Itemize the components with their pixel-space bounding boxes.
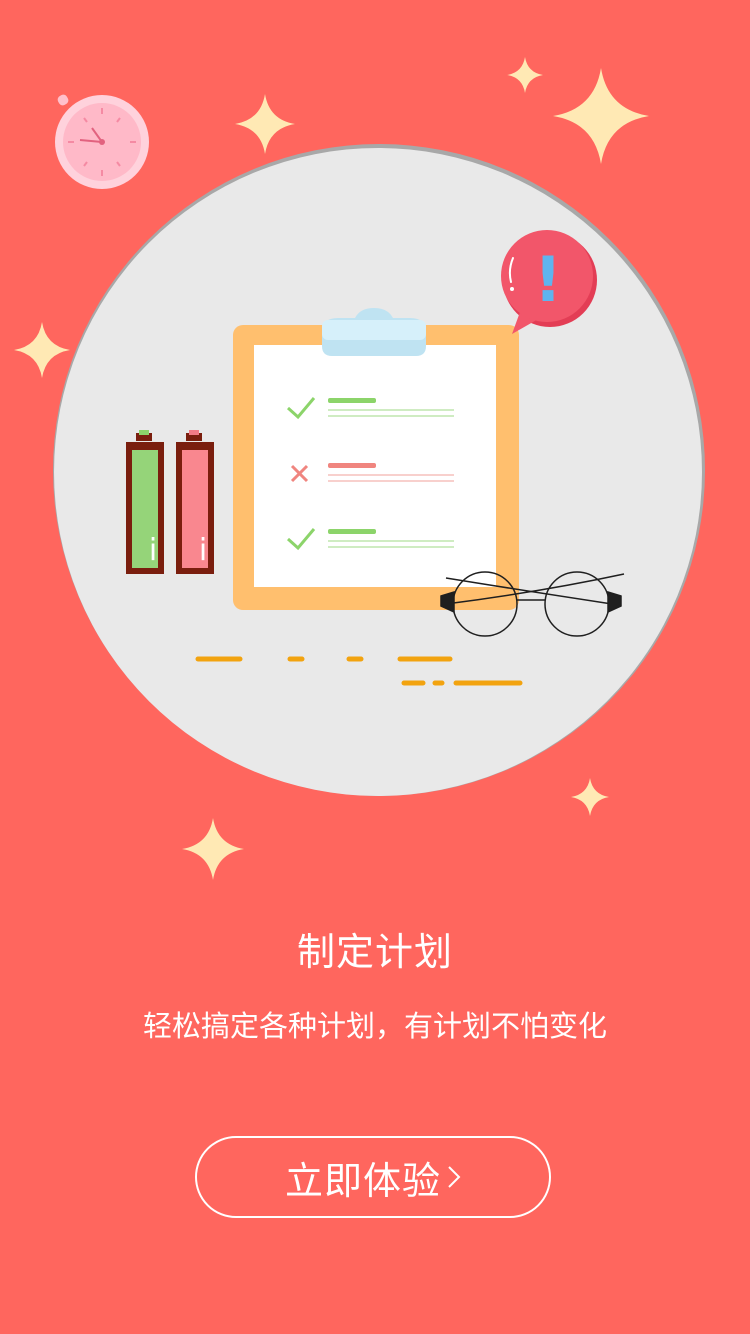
battery-icon: i	[126, 430, 164, 574]
onboarding-illustration: ! i i	[14, 57, 705, 880]
try-now-button[interactable]: 立即体验	[195, 1136, 551, 1218]
page-title: 制定计划	[296, 930, 453, 974]
sparkle-icon	[571, 778, 609, 816]
stopwatch-icon	[55, 94, 149, 189]
battery-marker: i	[149, 533, 157, 568]
chevron-right-icon	[447, 1164, 461, 1190]
sparkle-icon	[235, 94, 295, 154]
battery-marker: i	[199, 533, 207, 568]
clipboard-icon	[233, 308, 519, 610]
alert-mark: !	[534, 243, 562, 316]
sparkle-icon	[507, 57, 543, 93]
battery-icon: i	[176, 430, 214, 574]
sparkle-icon	[553, 68, 649, 164]
try-now-label: 立即体验	[284, 1158, 441, 1203]
sparkle-icon	[182, 818, 244, 880]
sparkle-icon	[14, 322, 70, 378]
page-subtitle: 轻松搞定各种计划，有计划不怕变化	[142, 1009, 607, 1043]
